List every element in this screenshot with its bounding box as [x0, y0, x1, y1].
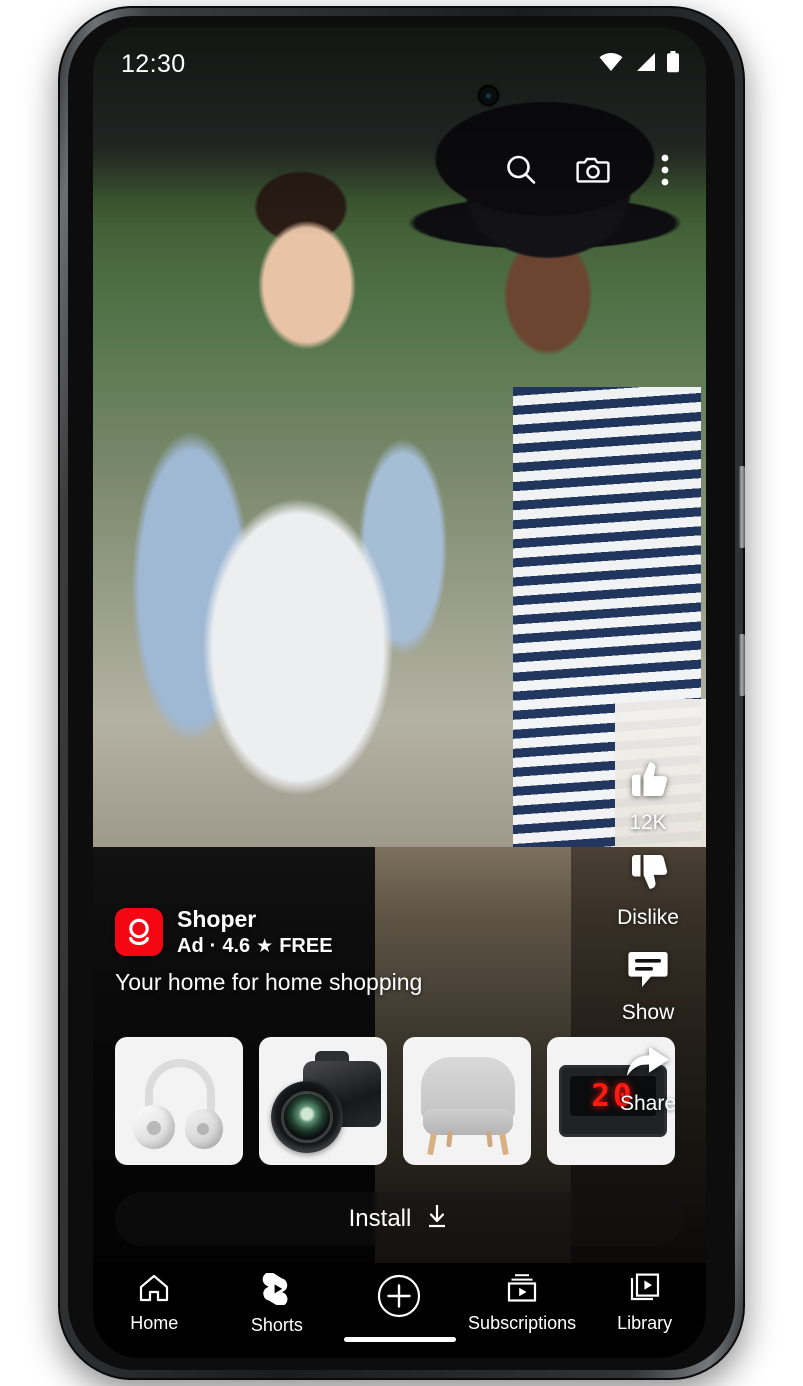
status-bar: 12:30 — [93, 27, 706, 101]
status-icons — [598, 50, 680, 78]
engagement-rail: 12K Dislike Show Share — [596, 753, 700, 1133]
gesture-home-indicator[interactable] — [343, 1337, 456, 1342]
download-icon — [425, 1203, 449, 1236]
front-camera-punch-hole — [478, 85, 499, 106]
product-card-camera[interactable] — [259, 1037, 387, 1165]
share-label: Share — [619, 1092, 677, 1115]
search-icon[interactable] — [498, 147, 544, 193]
battery-icon — [666, 50, 680, 78]
ad-meta: Ad · 4.6 ★ FREE — [177, 935, 333, 958]
ad-badge: Ad — [177, 934, 204, 957]
nav-item-create[interactable] — [338, 1273, 461, 1329]
nav-item-library[interactable]: Library — [583, 1273, 706, 1334]
shoper-app-logo-icon — [115, 908, 163, 957]
product-card-headphones[interactable] — [115, 1037, 243, 1165]
wifi-icon — [598, 52, 624, 77]
nav-label-shorts: Shorts — [250, 1315, 303, 1335]
more-options-icon[interactable] — [642, 147, 688, 193]
comments-button[interactable]: Show — [596, 947, 700, 1025]
nav-item-subscriptions[interactable]: Subscriptions — [461, 1273, 584, 1334]
armchair-leg-front-left — [427, 1132, 437, 1156]
bottom-navigation-bar: Home Shorts Subscriptions Library — [93, 1263, 706, 1358]
nav-label-home: Home — [130, 1313, 179, 1333]
like-button[interactable]: 12K — [596, 753, 700, 835]
ad-price: FREE — [279, 934, 333, 957]
thumbs-up-icon — [624, 753, 672, 806]
shorts-icon — [261, 1272, 293, 1310]
home-icon — [138, 1273, 170, 1308]
share-icon — [624, 1042, 672, 1087]
headphones-right-pad — [197, 1123, 209, 1135]
library-icon — [629, 1273, 661, 1308]
nav-label-subscriptions: Subscriptions — [468, 1313, 577, 1333]
ad-texts: Shoper Ad · 4.6 ★ FREE — [177, 906, 333, 958]
top-action-bar — [498, 147, 688, 193]
nav-item-shorts[interactable]: Shorts — [216, 1272, 339, 1336]
dislike-label: Dislike — [617, 906, 679, 929]
headphones-left-pad — [147, 1121, 161, 1135]
armchair-leg-back-left — [446, 1130, 453, 1148]
screenshot-canvas: 12:30 12K Dislike Show Share Shoper Ad ·… — [0, 0, 803, 1386]
armchair-leg-front-right — [499, 1132, 509, 1156]
comments-label: Show — [621, 1001, 675, 1024]
status-clock: 12:30 — [121, 49, 186, 78]
camera-icon[interactable] — [570, 147, 616, 193]
thumbs-down-icon — [624, 852, 672, 901]
ad-rating: 4.6 — [222, 934, 251, 957]
power-button[interactable] — [739, 466, 745, 548]
share-button[interactable]: Share — [596, 1042, 700, 1116]
subscriptions-icon — [505, 1273, 539, 1308]
comment-icon — [625, 947, 671, 996]
install-label: Install — [348, 1205, 412, 1232]
phone-screen: 12:30 12K Dislike Show Share Shoper Ad ·… — [93, 27, 706, 1358]
install-button[interactable]: Install — [115, 1192, 683, 1246]
armchair-seat — [423, 1109, 513, 1135]
ad-meta-separator: · — [209, 934, 217, 957]
cellular-signal-icon — [634, 52, 656, 77]
product-card-armchair[interactable] — [403, 1037, 531, 1165]
ad-app-name: Shoper — [177, 906, 257, 932]
nav-label-library: Library — [617, 1313, 673, 1333]
dislike-button[interactable]: Dislike — [596, 852, 700, 930]
volume-button[interactable] — [739, 634, 745, 696]
like-count: 12K — [629, 811, 667, 834]
camera-lens-ring — [281, 1091, 333, 1143]
star-icon: ★ — [256, 935, 274, 957]
nav-item-home[interactable]: Home — [93, 1273, 216, 1334]
create-plus-icon — [376, 1273, 422, 1324]
